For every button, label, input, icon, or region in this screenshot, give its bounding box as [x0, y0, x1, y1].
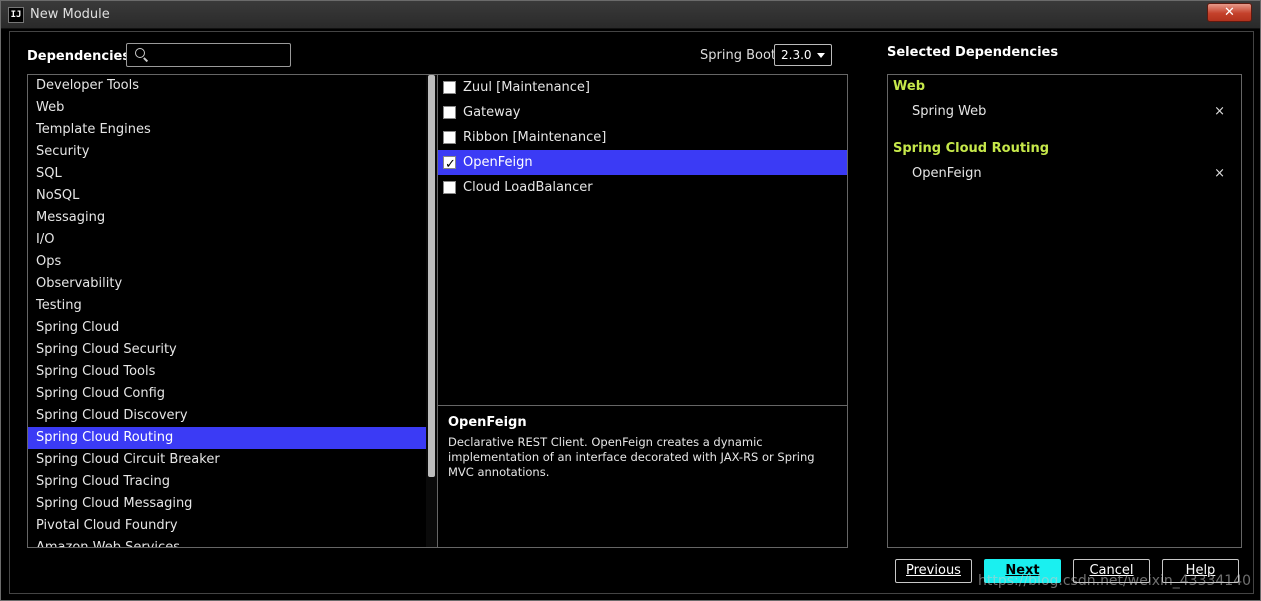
category-item[interactable]: Spring Cloud Routing: [28, 427, 427, 449]
dependency-checkbox[interactable]: [443, 106, 456, 119]
description-title: OpenFeign: [448, 415, 527, 430]
dependencies-label: Dependencies: [27, 49, 131, 64]
dependency-label: OpenFeign: [463, 155, 533, 170]
title-bar[interactable]: IJ New Module ✕: [1, 1, 1260, 29]
dependency-label: Gateway: [463, 105, 521, 120]
category-item[interactable]: Spring Cloud: [28, 317, 427, 339]
dependency-checkbox[interactable]: [443, 152, 456, 177]
selected-dependencies-list: Web Spring Web × Spring Cloud Routing OpenFe…: [887, 74, 1242, 548]
category-item[interactable]: I/O: [28, 229, 427, 251]
category-scrollbar-thumb[interactable]: [428, 75, 435, 477]
category-item[interactable]: Spring Cloud Config: [28, 383, 427, 405]
spring-boot-version-value: 2.3.0: [781, 48, 812, 62]
category-item[interactable]: Ops: [28, 251, 427, 273]
category-item[interactable]: Testing: [28, 295, 427, 317]
selected-dependency-item: Spring Web: [912, 104, 987, 119]
dependency-checkbox[interactable]: [443, 181, 456, 194]
category-item[interactable]: Spring Cloud Security: [28, 339, 427, 361]
dependency-description: OpenFeign Declarative REST Client. OpenF…: [438, 405, 847, 547]
description-text: Declarative REST Client. OpenFeign creat…: [448, 435, 815, 479]
remove-icon[interactable]: ×: [1214, 104, 1225, 119]
category-item[interactable]: SQL: [28, 163, 427, 185]
dialog-content: Dependencies Spring Boot 2.3.0 Selected …: [9, 31, 1254, 594]
category-list[interactable]: Amazon Web Services Pivotal Cloud Foundry…: [27, 74, 438, 548]
previous-button[interactable]: Previous: [895, 559, 972, 583]
window-title: New Module: [30, 7, 110, 22]
new-module-window: IJ New Module ✕ Dependencies Spring Boot…: [0, 0, 1261, 601]
close-window-button[interactable]: ✕: [1207, 3, 1252, 22]
category-item[interactable]: NoSQL: [28, 185, 427, 207]
dependency-label: Zuul [Maintenance]: [463, 80, 590, 95]
dependency-item[interactable]: OpenFeign: [438, 150, 847, 177]
category-item[interactable]: Observability: [28, 273, 427, 295]
dependency-label: Cloud LoadBalancer: [463, 180, 593, 195]
category-item[interactable]: Template Engines: [28, 119, 427, 141]
category-item[interactable]: Messaging: [28, 207, 427, 229]
category-item[interactable]: Pivotal Cloud Foundry: [28, 515, 427, 537]
category-item[interactable]: Security: [28, 141, 427, 163]
selected-group-title: Web: [893, 79, 925, 94]
category-item[interactable]: Spring Cloud Messaging: [28, 493, 427, 515]
spring-boot-label: Spring Boot: [700, 48, 777, 63]
dependency-item[interactable]: Zuul [Maintenance]: [438, 75, 847, 100]
category-item[interactable]: Spring Cloud Circuit Breaker: [28, 449, 427, 471]
category-item[interactable]: Spring Cloud Discovery: [28, 405, 427, 427]
selected-dependencies-title: Selected Dependencies: [887, 45, 1059, 60]
category-scrollbar[interactable]: [426, 75, 437, 547]
search-box[interactable]: [126, 43, 291, 67]
watermark: https://blog.csdn.net/weixin_43334140: [978, 573, 1252, 589]
category-item[interactable]: Web: [28, 97, 427, 119]
dependency-checkbox[interactable]: [443, 131, 456, 144]
category-item[interactable]: Spring Cloud Tracing: [28, 471, 427, 493]
chevron-down-icon: [817, 53, 825, 58]
dependency-list[interactable]: OpenFeign Declarative REST Client. OpenF…: [437, 74, 848, 548]
remove-icon[interactable]: ×: [1214, 166, 1225, 181]
dependency-label: Ribbon [Maintenance]: [463, 130, 607, 145]
spring-boot-version-select[interactable]: 2.3.0: [774, 44, 832, 66]
category-item[interactable]: Developer Tools: [28, 75, 427, 97]
dependency-item[interactable]: Cloud LoadBalancer: [438, 175, 847, 200]
dependency-item[interactable]: Gateway: [438, 100, 847, 125]
category-item[interactable]: Spring Cloud Tools: [28, 361, 427, 383]
category-item[interactable]: Amazon Web Services: [28, 537, 427, 547]
intellij-app-icon: IJ: [8, 7, 24, 23]
selected-group-title: Spring Cloud Routing: [893, 141, 1050, 156]
search-input[interactable]: [151, 46, 287, 64]
search-icon: [135, 48, 145, 58]
dependency-item[interactable]: Ribbon [Maintenance]: [438, 125, 847, 150]
dependency-checkbox[interactable]: [443, 81, 456, 94]
selected-dependency-item: OpenFeign: [912, 166, 982, 181]
